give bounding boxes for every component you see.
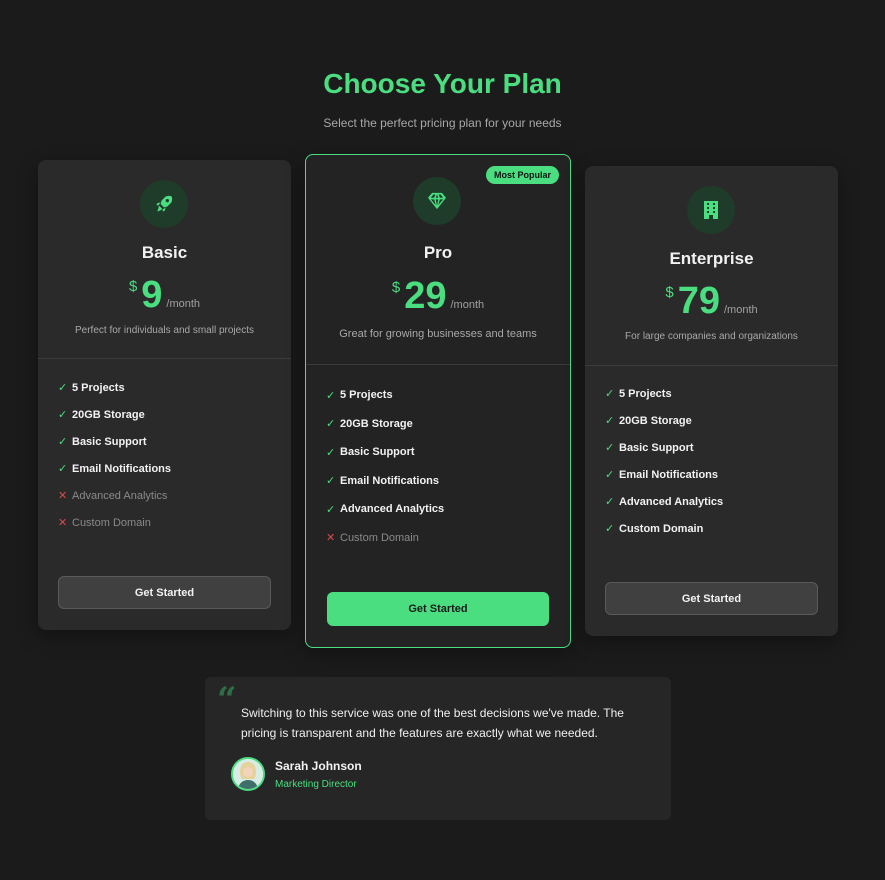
plan-price: $ 29 /month [306, 277, 570, 315]
price-period: /month [166, 298, 201, 310]
feature-item: ✓ 5 Projects [326, 389, 393, 402]
feature-item: ✓ 20GB Storage [326, 417, 413, 431]
pricing-card-pro: Most Popular Pro $ 29 /month Great for g… [305, 154, 571, 648]
check-icon: ✓ [326, 418, 336, 431]
cross-icon: ✕ [58, 517, 68, 529]
price-amount: 29 [404, 275, 447, 317]
feature-item: ✓ 5 Projects [605, 387, 672, 401]
feature-list: ✓ 5 Projects ✓ 20GB Storage ✓ Basic Support… [605, 380, 723, 542]
check-icon: ✓ [605, 469, 615, 481]
check-icon: ✓ [326, 389, 336, 402]
price-period: /month [450, 299, 485, 311]
price-amount: 9 [141, 274, 163, 316]
card-divider [306, 364, 570, 365]
currency-symbol: $ [128, 278, 138, 295]
page-title: Choose Your Plan [323, 68, 562, 99]
feature-item: ✕ Custom Domain [326, 531, 419, 545]
card-divider [38, 358, 291, 359]
testimonial-text: Switching to this service was one of the… [241, 706, 624, 740]
plan-name: Basic [141, 243, 188, 262]
feature-item: ✕ Custom Domain [58, 516, 151, 530]
check-icon: ✓ [605, 496, 615, 508]
feature-item: ✓ Advanced Analytics [605, 495, 724, 509]
check-icon: ✓ [605, 523, 615, 535]
testimonial-card: “ Switching to this service was one of t… [205, 677, 671, 820]
building-icon [687, 186, 735, 234]
check-icon: ✓ [58, 409, 68, 421]
check-icon: ✓ [58, 436, 68, 448]
pricing-card-basic: Basic $ 9 /month Perfect for individuals… [38, 160, 291, 630]
get-started-button[interactable]: Get Started [58, 576, 271, 609]
get-started-button[interactable]: Get Started [327, 592, 549, 626]
card-divider [585, 365, 838, 366]
currency-symbol: $ [665, 284, 674, 301]
author-name: Sarah Johnson [275, 759, 362, 773]
plan-description: Perfect for individuals and small projec… [75, 325, 254, 336]
check-icon: ✓ [605, 388, 615, 400]
feature-item: ✓ 20GB Storage [58, 408, 145, 422]
plan-name: Pro [423, 243, 453, 262]
feature-item: ✓ Basic Support [605, 441, 694, 455]
feature-list: ✓ 5 Projects ✓ 20GB Storage ✓ Basic Support… [58, 374, 171, 536]
cross-icon: ✕ [58, 490, 68, 502]
feature-list: ✓ 5 Projects ✓ 20GB Storage ✓ Basic Support… [326, 381, 444, 552]
plan-description: For large companies and organizations [625, 331, 798, 342]
cross-icon: ✕ [326, 532, 336, 545]
page-subtitle: Select the perfect pricing plan for your… [323, 116, 562, 130]
price-amount: 79 [677, 280, 720, 322]
plan-price: $ 9 /month [38, 276, 291, 314]
pricing-card-enterprise: Enterprise $ 79 /month For large compani… [585, 166, 838, 636]
check-icon: ✓ [326, 503, 336, 516]
plan-price: $ 79 /month [585, 282, 838, 320]
get-started-button[interactable]: Get Started [605, 582, 818, 615]
rocket-icon [140, 180, 188, 228]
feature-item: ✓ Custom Domain [605, 522, 704, 536]
feature-item: ✓ Basic Support [326, 446, 415, 459]
most-popular-badge: Most Popular [485, 166, 559, 184]
feature-item: ✕ Advanced Analytics [58, 489, 168, 503]
feature-item: ✓ Basic Support [58, 435, 147, 449]
plan-name: Enterprise [669, 249, 754, 268]
author-role: Marketing Director [275, 779, 357, 790]
check-icon: ✓ [326, 446, 336, 459]
feature-item: ✓ Email Notifications [326, 474, 440, 488]
check-icon: ✓ [605, 442, 615, 454]
price-period: /month [723, 304, 758, 316]
currency-symbol: $ [391, 279, 401, 296]
avatar [231, 757, 265, 791]
feature-item: ✓ 5 Projects [58, 381, 125, 395]
quote-icon: “ [217, 680, 237, 720]
check-icon: ✓ [605, 415, 615, 427]
feature-item: ✓ Email Notifications [605, 468, 719, 482]
check-icon: ✓ [58, 463, 68, 475]
feature-item: ✓ Advanced Analytics [326, 503, 445, 516]
feature-item: ✓ Email Notifications [58, 462, 172, 476]
feature-item: ✓ 20GB Storage [605, 414, 692, 428]
gem-icon [413, 177, 461, 225]
check-icon: ✓ [58, 382, 68, 394]
check-icon: ✓ [326, 475, 336, 488]
plan-description: Great for growing businesses and teams [339, 328, 537, 340]
